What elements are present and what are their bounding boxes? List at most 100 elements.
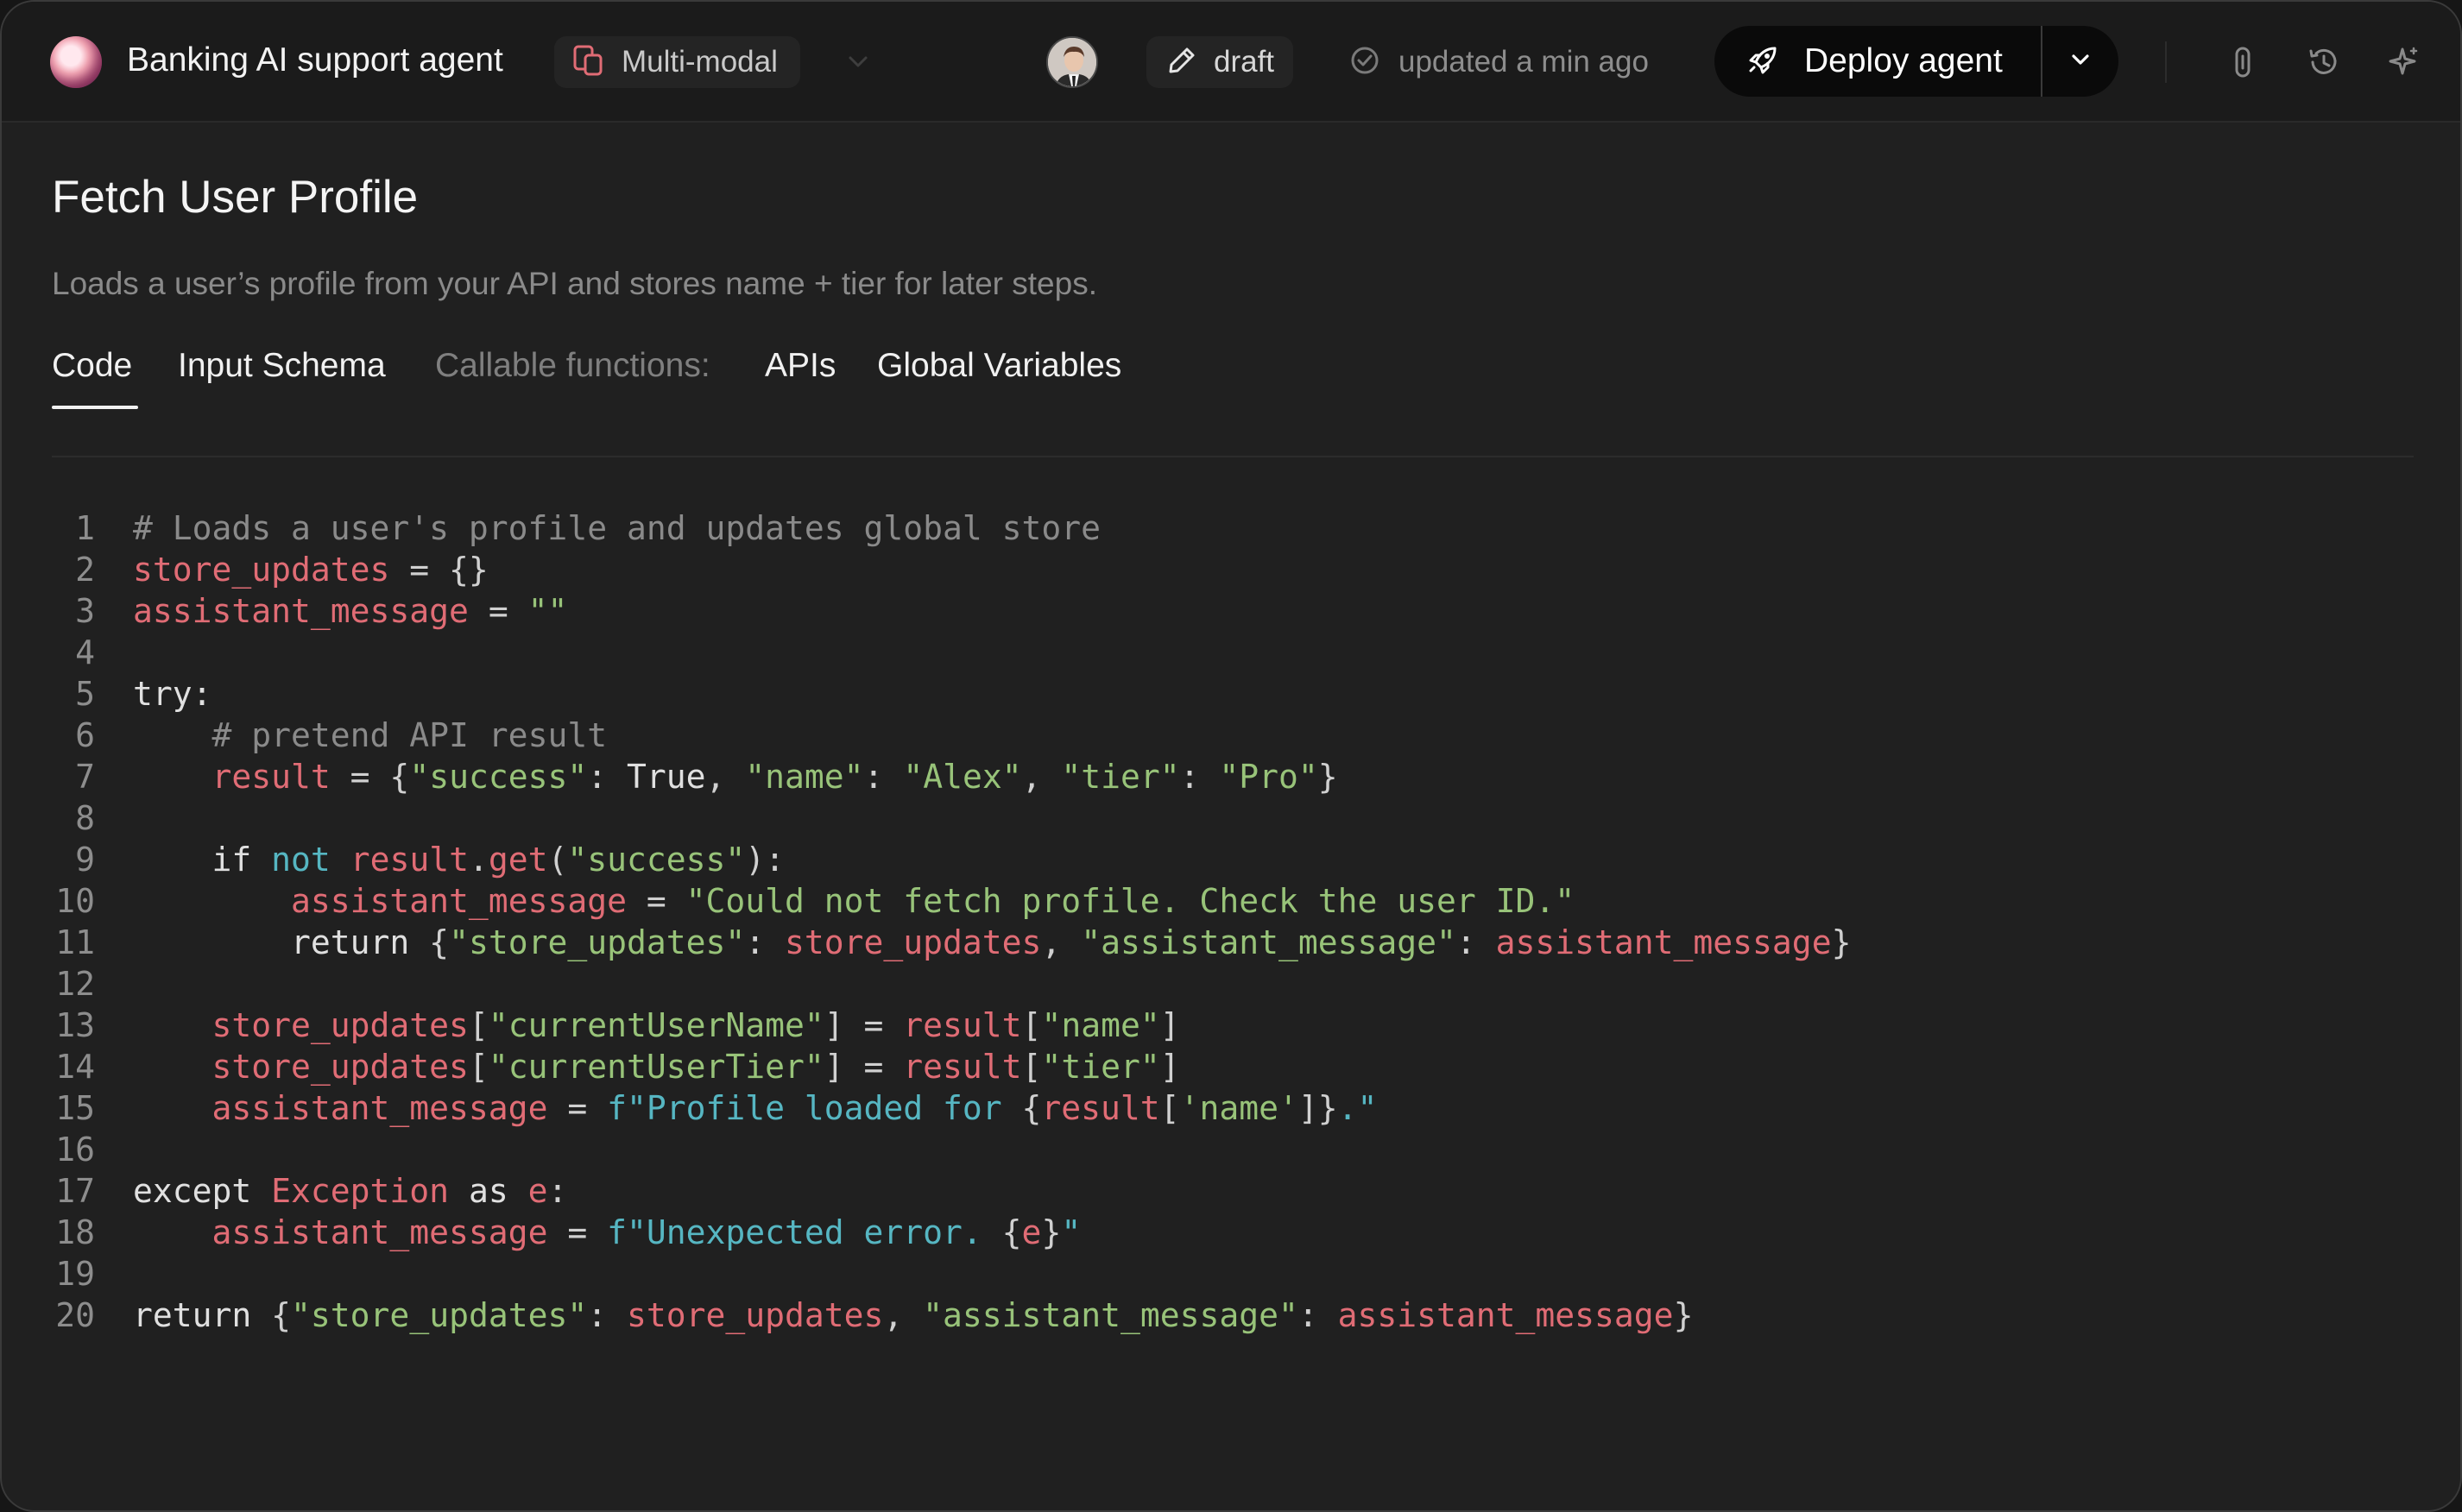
code-token: : xyxy=(587,758,627,796)
code-token: : xyxy=(1297,1296,1338,1334)
line-number: 19 xyxy=(55,1255,95,1293)
app-logo[interactable] xyxy=(50,36,102,88)
code-token: , xyxy=(1041,923,1082,961)
deploy-options-button[interactable] xyxy=(2042,26,2118,97)
code-token: "currentUserTier" xyxy=(488,1048,824,1086)
code-token: f"Unexpected error. xyxy=(607,1213,1002,1251)
line-number: 18 xyxy=(55,1213,95,1251)
mode-selector[interactable]: Multi-modal xyxy=(554,36,800,88)
history-icon[interactable] xyxy=(2305,43,2343,81)
code-line[interactable]: 5 try: xyxy=(36,673,2419,715)
code-token: except xyxy=(133,1172,272,1210)
code-token: } xyxy=(1673,1296,1694,1334)
rocket-icon xyxy=(1745,41,1782,82)
code-text: return {"store_updates": store_updates, … xyxy=(133,922,1851,963)
code-line[interactable]: 12 xyxy=(36,963,2419,1005)
line-number: 14 xyxy=(55,1048,95,1086)
code-text: assistant_message = f"Unexpected error. … xyxy=(133,1212,1082,1253)
code-token: f"Profile loaded for xyxy=(607,1089,1022,1127)
code-token: result xyxy=(903,1006,1022,1044)
code-text: store_updates = {} xyxy=(133,549,489,590)
code-line[interactable]: 14 store_updates["currentUserTier"] = re… xyxy=(36,1046,2419,1087)
code-token: { xyxy=(1021,1089,1042,1127)
check-circle-icon xyxy=(1348,44,1381,81)
code-token: store_updates xyxy=(133,551,390,589)
code-token: { xyxy=(429,923,450,961)
code-line[interactable]: 15 assistant_message = f"Profile loaded … xyxy=(36,1087,2419,1129)
code-token: : xyxy=(1179,758,1220,796)
code-line[interactable]: 4 xyxy=(36,632,2419,673)
code-token: "name" xyxy=(1041,1006,1160,1044)
code-token: [ xyxy=(468,1006,489,1044)
link-icon[interactable] xyxy=(2224,43,2262,81)
code-token: [ xyxy=(1021,1048,1042,1086)
code-token: } xyxy=(1831,923,1852,961)
code-token: "currentUserName" xyxy=(488,1006,824,1044)
deploy-agent-button[interactable]: Deploy agent xyxy=(1714,26,2041,97)
code-token: "tier" xyxy=(1061,758,1180,796)
code-text: except Exception as e: xyxy=(133,1170,567,1212)
code-token: get xyxy=(488,841,548,879)
chevron-down-icon[interactable] xyxy=(843,47,873,80)
code-token: : xyxy=(745,923,785,961)
code-token: # Loads a user's profile and updates glo… xyxy=(133,509,1102,547)
code-token: , xyxy=(1021,758,1062,796)
line-number: 9 xyxy=(75,841,95,879)
code-line[interactable]: 2 store_updates = {} xyxy=(36,549,2419,590)
app-title[interactable]: Banking AI support agent xyxy=(127,41,503,79)
code-line[interactable]: 9 if not result.get("success"): xyxy=(36,839,2419,880)
deploy-label: Deploy agent xyxy=(1804,42,2003,79)
code-token: True xyxy=(626,758,706,796)
code-line[interactable]: 19 xyxy=(36,1253,2419,1295)
code-line[interactable]: 3 assistant_message = "" xyxy=(36,590,2419,632)
tab-input-schema[interactable]: Input Schema xyxy=(178,347,386,385)
code-token: : xyxy=(547,1172,568,1210)
code-line[interactable]: 10 assistant_message = "Could not fetch … xyxy=(36,880,2419,922)
code-token: store_updates xyxy=(626,1296,884,1334)
code-line[interactable]: 17 except Exception as e: xyxy=(36,1170,2419,1212)
code-line[interactable]: 7 result = {"success": True, "name": "Al… xyxy=(36,756,2419,797)
code-token: { xyxy=(1001,1213,1022,1251)
code-token: not xyxy=(271,841,331,879)
tab-code[interactable]: Code xyxy=(52,347,132,385)
code-token: { xyxy=(271,1296,292,1334)
pencil-icon xyxy=(1165,44,1198,81)
code-token: result xyxy=(211,758,331,796)
code-line[interactable]: 20 return {"store_updates": store_updates… xyxy=(36,1295,2419,1336)
code-token: assistant_message xyxy=(133,592,469,630)
avatar[interactable] xyxy=(1046,36,1098,88)
code-token: "Could not fetch profile. Check the user… xyxy=(685,882,1575,920)
line-number: 6 xyxy=(75,716,95,754)
code-token: " xyxy=(1061,1213,1082,1251)
code-line[interactable]: 6 # pretend API result xyxy=(36,715,2419,756)
code-token: store_updates xyxy=(211,1048,469,1086)
draft-button[interactable]: draft xyxy=(1146,36,1294,88)
code-token: return xyxy=(133,1296,272,1334)
code-token: try: xyxy=(133,675,212,713)
multimodal-icon xyxy=(571,43,606,82)
code-line[interactable]: 11 return {"store_updates": store_update… xyxy=(36,922,2419,963)
code-line[interactable]: 16 xyxy=(36,1129,2419,1170)
code-editor[interactable]: 1 # Loads a user's profile and updates gl… xyxy=(36,507,2419,1336)
line-number: 5 xyxy=(75,675,95,713)
code-token: "Pro" xyxy=(1219,758,1318,796)
code-token: "success" xyxy=(409,758,588,796)
code-token: = xyxy=(468,592,528,630)
code-line[interactable]: 18 assistant_message = f"Unexpected erro… xyxy=(36,1212,2419,1253)
code-token: = xyxy=(626,882,686,920)
code-token: Exception xyxy=(271,1172,450,1210)
code-text: assistant_message = "Could not fetch pro… xyxy=(133,880,1575,922)
code-line[interactable]: 1 # Loads a user's profile and updates gl… xyxy=(36,507,2419,549)
code-line[interactable]: 8 xyxy=(36,797,2419,839)
sparkle-icon[interactable] xyxy=(2384,43,2422,81)
mode-label: Multi-modal xyxy=(622,45,778,79)
code-token: "tier" xyxy=(1041,1048,1160,1086)
code-token: assistant_message xyxy=(291,882,627,920)
code-line[interactable]: 13 store_updates["currentUserName"] = re… xyxy=(36,1005,2419,1046)
chevron-down-icon xyxy=(2066,45,2095,79)
tab-apis[interactable]: APIs xyxy=(765,347,836,385)
tab-global-variables[interactable]: Global Variables xyxy=(877,347,1121,385)
code-text: return {"store_updates": store_updates, … xyxy=(133,1295,1693,1336)
